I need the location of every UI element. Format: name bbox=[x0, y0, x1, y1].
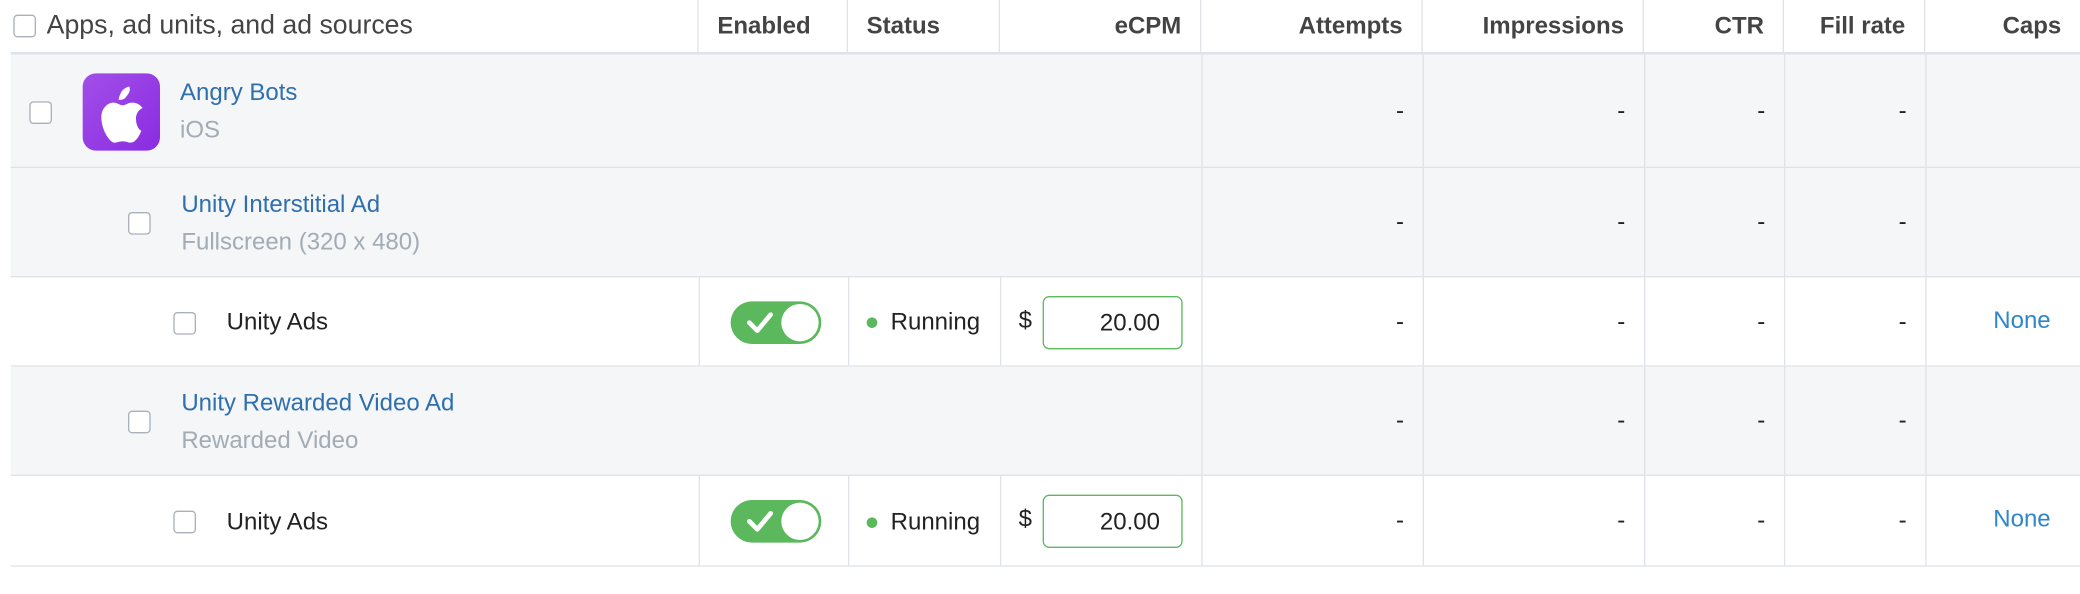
caps-link[interactable]: None bbox=[1993, 505, 2050, 533]
header-caps[interactable]: Caps bbox=[1925, 0, 2080, 52]
ad-unit-fill-rate: - bbox=[1898, 406, 1907, 434]
ecpm-input[interactable] bbox=[1042, 494, 1183, 548]
status-label: Running bbox=[890, 307, 981, 335]
header-enabled-label: Enabled bbox=[717, 11, 811, 39]
header-impressions[interactable]: Impressions bbox=[1423, 0, 1644, 52]
status-indicator: Running bbox=[866, 307, 981, 336]
ad-source-name: Unity Ads bbox=[226, 507, 329, 535]
ad-unit-name-link[interactable]: Unity Interstitial Ad bbox=[181, 191, 380, 219]
currency-symbol: $ bbox=[1018, 505, 1032, 532]
ad-unit-format: Fullscreen (320 x 480) bbox=[181, 227, 421, 255]
caps-link[interactable]: None bbox=[1993, 307, 2050, 335]
source-attempts: - bbox=[1395, 506, 1404, 534]
ad-source-name: Unity Ads bbox=[226, 307, 329, 335]
enabled-toggle[interactable] bbox=[730, 301, 822, 344]
ad-unit-format: Rewarded Video bbox=[181, 426, 359, 454]
ad-unit-row: Unity Interstitial Ad Fullscreen (320 x … bbox=[10, 167, 2080, 278]
source-impressions: - bbox=[1617, 307, 1626, 334]
check-icon bbox=[746, 312, 773, 333]
ad-unit-name-link[interactable]: Unity Rewarded Video Ad bbox=[181, 389, 454, 417]
header-status[interactable]: Status bbox=[848, 0, 1000, 52]
app-row-checkbox[interactable] bbox=[29, 101, 52, 124]
ad-unit-impressions: - bbox=[1617, 207, 1626, 235]
source-impressions: - bbox=[1617, 506, 1626, 534]
ad-source-row: Unity Ads Running $ - - - - None bbox=[10, 277, 2080, 367]
apple-icon bbox=[82, 73, 160, 151]
source-ctr: - bbox=[1757, 506, 1766, 534]
header-attempts-label: Attempts bbox=[1298, 11, 1403, 39]
source-fill-rate: - bbox=[1898, 307, 1907, 334]
select-all-checkbox[interactable] bbox=[13, 14, 36, 38]
source-fill-rate: - bbox=[1898, 506, 1907, 534]
ad-source-checkbox[interactable] bbox=[173, 510, 196, 534]
ad-unit-ctr: - bbox=[1757, 207, 1766, 235]
currency-symbol: $ bbox=[1018, 306, 1032, 334]
app-impressions: - bbox=[1617, 96, 1626, 124]
header-ctr-label: CTR bbox=[1714, 11, 1764, 39]
app-fill-rate: - bbox=[1898, 96, 1907, 124]
ad-unit-fill-rate: - bbox=[1898, 207, 1907, 235]
ad-source-row: Unity Ads Running $ - - - - None bbox=[10, 475, 2080, 567]
app-row: Angry Bots iOS - - - - bbox=[10, 54, 2080, 168]
header-name-label: Apps, ad units, and ad sources bbox=[46, 10, 413, 40]
ad-source-checkbox[interactable] bbox=[173, 311, 196, 335]
header-fill-rate[interactable]: Fill rate bbox=[1784, 0, 1926, 52]
ad-unit-ctr: - bbox=[1757, 406, 1766, 434]
app-platform: iOS bbox=[179, 115, 221, 143]
check-icon bbox=[746, 510, 773, 532]
source-ctr: - bbox=[1757, 307, 1766, 334]
ad-unit-attempts: - bbox=[1395, 207, 1404, 235]
status-dot bbox=[866, 516, 878, 528]
header-name-column: Apps, ad units, and ad sources bbox=[11, 0, 699, 52]
app-attempts: - bbox=[1395, 96, 1404, 124]
status-dot bbox=[866, 316, 878, 328]
table-header: Apps, ad units, and ad sources Enabled S… bbox=[10, 0, 2080, 55]
header-ctr[interactable]: CTR bbox=[1644, 0, 1784, 52]
header-ecpm-label: eCPM bbox=[1114, 11, 1182, 39]
ad-unit-checkbox[interactable] bbox=[127, 211, 151, 235]
ad-unit-row: Unity Rewarded Video Ad Rewarded Video -… bbox=[10, 366, 2080, 476]
ecpm-input[interactable] bbox=[1042, 295, 1183, 350]
header-ecpm[interactable]: eCPM bbox=[1000, 0, 1202, 52]
ad-unit-checkbox[interactable] bbox=[127, 410, 151, 434]
mediation-table: Apps, ad units, and ad sources Enabled S… bbox=[0, 0, 2080, 593]
ad-unit-attempts: - bbox=[1395, 406, 1404, 434]
header-caps-label: Caps bbox=[2002, 11, 2062, 39]
app-ctr: - bbox=[1757, 96, 1766, 124]
header-enabled[interactable]: Enabled bbox=[699, 0, 848, 52]
header-status-label: Status bbox=[866, 11, 940, 39]
ad-unit-impressions: - bbox=[1617, 406, 1626, 434]
status-indicator: Running bbox=[866, 507, 981, 536]
enabled-toggle[interactable] bbox=[730, 499, 822, 543]
header-impressions-label: Impressions bbox=[1482, 11, 1624, 39]
status-label: Running bbox=[890, 507, 981, 535]
source-attempts: - bbox=[1395, 307, 1404, 334]
header-attempts[interactable]: Attempts bbox=[1201, 0, 1423, 52]
header-fill-rate-label: Fill rate bbox=[1819, 11, 1906, 39]
app-name-link[interactable]: Angry Bots bbox=[180, 79, 297, 107]
